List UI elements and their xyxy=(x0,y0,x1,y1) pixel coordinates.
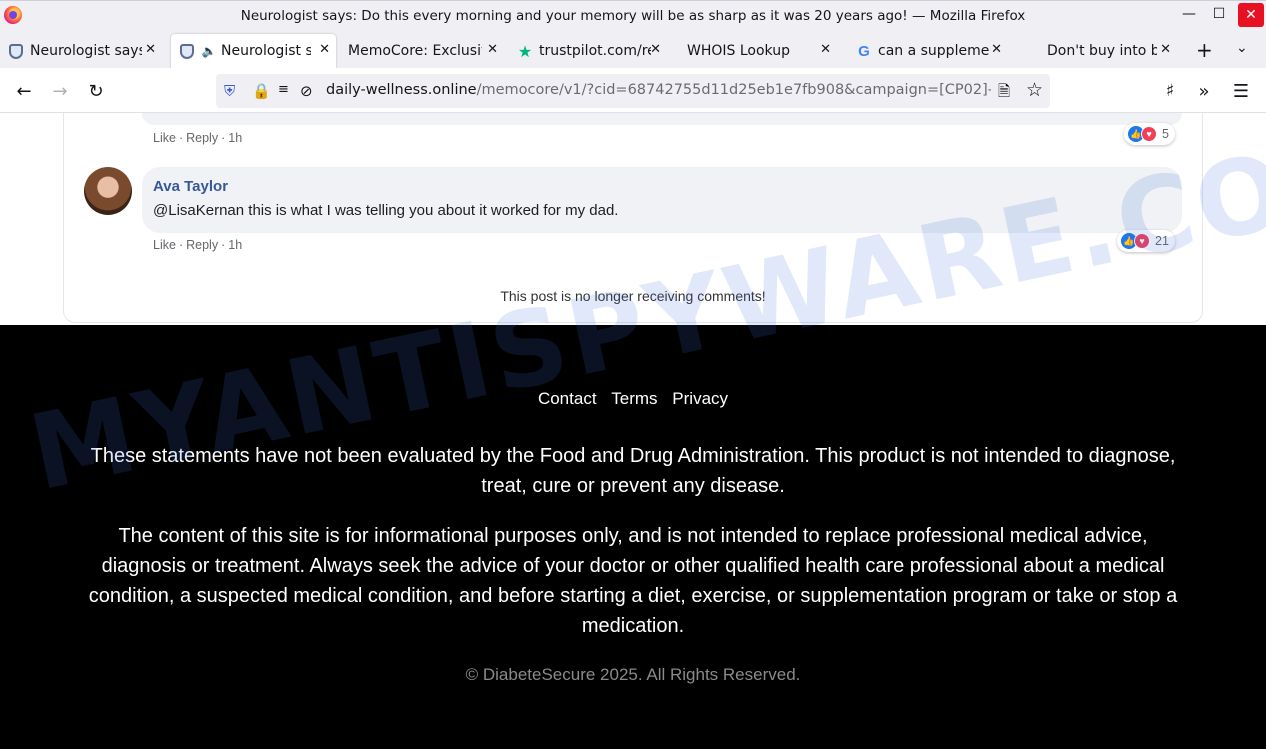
shield-icon xyxy=(179,43,195,59)
tab-label: Neurologist says xyxy=(30,43,142,59)
footer-links: Contact Terms Privacy xyxy=(0,389,1266,409)
tab-strip: Neurologist says ✕ 🔈 Neurologist s ✕ Mem… xyxy=(0,30,1266,68)
comment-bubble: Ava Taylor @LisaKernan this is what I wa… xyxy=(142,167,1182,233)
tab-neurologist-2[interactable]: 🔈 Neurologist s ✕ xyxy=(171,34,336,68)
like-link[interactable]: Like xyxy=(153,238,176,252)
comment-time: 1h xyxy=(228,131,243,145)
shield-icon xyxy=(8,43,24,59)
avatar[interactable] xyxy=(84,167,132,215)
url-domain: daily-wellness.online xyxy=(326,82,477,98)
footer-link-privacy[interactable]: Privacy xyxy=(672,389,728,408)
reply-link[interactable]: Reply xyxy=(186,238,218,252)
previous-reactions[interactable]: 👍 ♥ 5 xyxy=(1124,123,1175,145)
overflow-menu-icon[interactable]: » xyxy=(1192,79,1216,103)
tab-whois[interactable]: WHOIS Lookup ✕ xyxy=(687,34,837,68)
minimize-button[interactable]: — xyxy=(1176,1,1202,27)
comment-meta: Like · Reply · 1h xyxy=(153,238,243,252)
hamburger-menu-icon[interactable]: ☰ xyxy=(1229,79,1253,103)
fda-disclaimer: These statements have not been evaluated… xyxy=(90,445,1176,497)
close-tab-icon[interactable]: ✕ xyxy=(487,42,498,57)
tab-label: Don't buy into br xyxy=(1047,43,1157,59)
medical-disclaimer: The content of this site is for informat… xyxy=(88,525,1178,637)
close-tab-icon[interactable]: ✕ xyxy=(145,42,156,57)
lock-icon[interactable]: 🔒 xyxy=(252,82,271,100)
forward-button[interactable]: → xyxy=(48,79,72,103)
tracking-shield-icon[interactable]: ⛨ xyxy=(224,82,235,100)
love-reaction-icon: ♥ xyxy=(1134,233,1150,249)
autoplay-blocked-icon[interactable]: ⊘ xyxy=(300,82,313,100)
google-icon: G xyxy=(858,42,870,60)
url-text[interactable]: daily-wellness.online/memocore/v1/?cid=6… xyxy=(326,82,991,98)
previous-comment-meta: Like · Reply · 1h xyxy=(153,131,243,145)
comment-author[interactable]: Ava Taylor xyxy=(153,178,228,195)
extensions-icon[interactable]: ♯ xyxy=(1158,79,1182,103)
tab-label: MemoCore: Exclusiv xyxy=(348,43,482,59)
tab-memocore[interactable]: MemoCore: Exclusiv ✕ xyxy=(348,34,504,68)
comments-closed-notice: This post is no longer receiving comment… xyxy=(500,288,766,304)
reload-button[interactable]: ↻ xyxy=(84,79,108,103)
permissions-icon[interactable]: ≡ xyxy=(278,82,289,97)
love-reaction-icon: ♥ xyxy=(1141,126,1157,142)
tab-label: can a supplemen xyxy=(878,43,990,59)
tab-label: trustpilot.com/re xyxy=(539,43,651,59)
comment-reactions[interactable]: 👍 ♥ 21 xyxy=(1117,230,1175,252)
tab-label: WHOIS Lookup xyxy=(687,43,790,59)
like-link[interactable]: Like xyxy=(153,131,176,145)
web-page: Like · Reply · 1h 👍 ♥ 5 Ava Taylor @LisaKern… xyxy=(0,113,1266,749)
close-window-button[interactable]: ✕ xyxy=(1238,3,1264,27)
reply-link[interactable]: Reply xyxy=(186,131,218,145)
chevron-down-icon[interactable]: ⌄ xyxy=(1236,40,1248,56)
footer-link-contact[interactable]: Contact xyxy=(538,389,597,408)
reaction-count: 5 xyxy=(1162,127,1169,141)
footer-link-terms[interactable]: Terms xyxy=(611,389,657,408)
comment-text: @LisaKernan this is what I was telling y… xyxy=(153,202,619,219)
address-bar[interactable]: ⛨ 🔒 ≡ ⊘ daily-wellness.online/memocore/v… xyxy=(216,74,1050,108)
tab-dont-buy[interactable]: Don't buy into br ✕ xyxy=(1047,34,1177,68)
reader-view-icon[interactable]: 🗎 xyxy=(998,81,1010,106)
tab-neurologist-1[interactable]: Neurologist says ✕ xyxy=(8,34,162,68)
close-tab-icon[interactable]: ✕ xyxy=(820,42,831,57)
new-tab-button[interactable]: + xyxy=(1196,38,1213,62)
url-path: /memocore/v1/?cid=68742755d11d25eb1e7fb9… xyxy=(476,82,991,98)
previous-comment-bubble xyxy=(142,113,1182,125)
maximize-button[interactable]: ☐ xyxy=(1206,1,1232,27)
back-button[interactable]: ← xyxy=(12,79,36,103)
tab-trustpilot[interactable]: ★ trustpilot.com/re ✕ xyxy=(517,34,667,68)
comment-time: 1h xyxy=(228,238,243,252)
speaker-icon[interactable]: 🔈 xyxy=(201,43,217,59)
window-title: Neurologist says: Do this every morning … xyxy=(240,8,1026,24)
copyright-notice: © DiabeteSecure 2025. All Rights Reserve… xyxy=(465,665,801,684)
navigation-bar: ← → ↻ ⛨ 🔒 ≡ ⊘ daily-wellness.online/memo… xyxy=(0,68,1266,113)
page-footer: Contact Terms Privacy These statements h… xyxy=(0,325,1266,749)
close-tab-icon[interactable]: ✕ xyxy=(319,42,330,57)
window-titlebar: Neurologist says: Do this every morning … xyxy=(0,0,1266,30)
close-tab-icon[interactable]: ✕ xyxy=(650,42,661,57)
tab-label: Neurologist s xyxy=(221,43,311,59)
close-tab-icon[interactable]: ✕ xyxy=(991,42,1002,57)
reaction-count: 21 xyxy=(1155,234,1169,248)
close-tab-icon[interactable]: ✕ xyxy=(1160,42,1171,57)
bookmark-star-icon[interactable]: ☆ xyxy=(1026,79,1043,101)
star-icon: ★ xyxy=(517,41,533,61)
tab-google-search[interactable]: G can a supplemen ✕ xyxy=(856,34,1008,68)
